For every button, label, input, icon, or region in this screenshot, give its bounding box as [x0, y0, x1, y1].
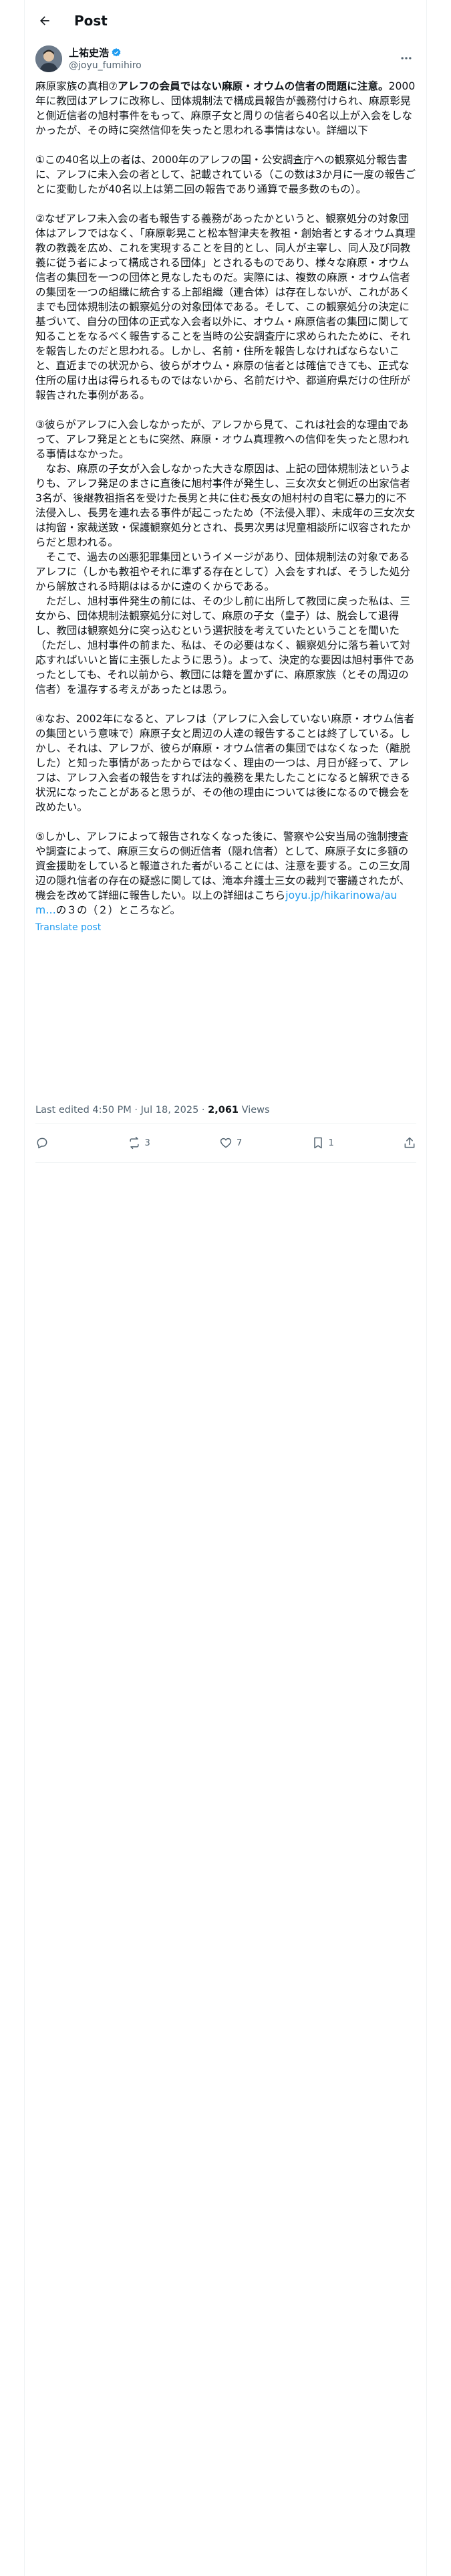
reply-button[interactable] — [35, 1136, 62, 1150]
bookmark-button[interactable]: 1 — [311, 1136, 338, 1150]
views-count: 2,061 — [208, 1105, 239, 1115]
left-column-border — [24, 0, 25, 2576]
right-column-border — [426, 0, 427, 2576]
post-paragraph-3: ③彼らがアレフに入会しなかったが、アレフから見て、これは社会的な理由であって、ア… — [35, 419, 410, 460]
author-names: 上祐史浩 @joyu_fumihiro — [69, 46, 142, 72]
avatar[interactable] — [35, 45, 62, 72]
post-paragraph-4: ④なお、2002年になると、アレフは（アレフに入会していない麻原・オウム信者の集… — [35, 713, 415, 813]
author-display-name[interactable]: 上祐史浩 — [69, 46, 109, 60]
reply-icon — [37, 1138, 47, 1149]
like-button[interactable]: 7 — [219, 1136, 246, 1150]
like-count: 7 — [237, 1138, 243, 1148]
post-paragraph-1: ①この40名以上の者は、2000年のアレフの国・公安調査庁への観察処分報告書に、… — [35, 154, 416, 195]
post-author: 上祐史浩 @joyu_fumihiro — [35, 44, 416, 74]
post-text: 麻原家族の真相⑦アレフの会員ではない麻原・オウムの信者の問題に注意。2000年に… — [35, 79, 416, 935]
divider — [35, 1162, 416, 1163]
post-actions: 3 7 1 — [35, 1127, 416, 1159]
post-page: Post 上祐史浩 @joyu_fumihiro 麻原家族の真相⑦アレフの会員で… — [0, 0, 451, 2576]
divider — [35, 1123, 416, 1124]
verified-badge-icon — [111, 47, 122, 58]
post-header: Post — [25, 0, 426, 41]
share-icon — [404, 1137, 415, 1148]
more-options-button[interactable] — [396, 48, 416, 68]
bookmark-icon — [313, 1137, 322, 1149]
post-paragraph-3d: ただし、旭村事件発生の前には、その少し前に出所して教団に戻った私は、三女から、団… — [35, 595, 414, 695]
arrow-left-icon — [40, 16, 49, 25]
more-horizontal-icon — [401, 57, 412, 60]
repost-icon — [129, 1136, 139, 1150]
back-button[interactable] — [33, 9, 57, 33]
heart-icon — [220, 1138, 232, 1148]
post-paragraph-5: ⑤しかし、アレフによって報告されなくなった後に、警察や公安当局の強制捜査や調査に… — [35, 831, 410, 916]
bookmark-count: 1 — [328, 1138, 334, 1148]
repost-count: 3 — [144, 1138, 150, 1148]
post-paragraph-3b: なお、麻原の子女が入会しなかった大きな原因は、上記の団体規制法というよりも、アレ… — [35, 463, 416, 548]
views-label: Views — [239, 1105, 270, 1115]
translate-post-link[interactable]: Translate post — [35, 920, 416, 935]
page-title: Post — [74, 13, 108, 29]
post-paragraph-2: ②なぜアレフ未入会の者も報告する義務があったかというと、観察処分の対象団体はアレ… — [35, 213, 416, 401]
author-handle[interactable]: @joyu_fumihiro — [69, 60, 142, 72]
author-name-row[interactable]: 上祐史浩 — [69, 46, 142, 60]
repost-button[interactable]: 3 — [128, 1136, 154, 1150]
post-paragraph-3c: そこで、過去の凶悪犯罪集団というイメージがあり、団体規制法の対象であるアレフに（… — [35, 551, 410, 593]
post-timestamp[interactable]: Last edited 4:50 PM · Jul 18, 2025 — [35, 1105, 198, 1115]
share-button[interactable] — [403, 1136, 416, 1150]
post-meta: Last edited 4:50 PM · Jul 18, 2025 · 2,0… — [35, 1105, 270, 1115]
post-paragraph-intro: 麻原家族の真相⑦アレフの会員ではない麻原・オウムの信者の問題に注意。2000年に… — [35, 80, 416, 136]
